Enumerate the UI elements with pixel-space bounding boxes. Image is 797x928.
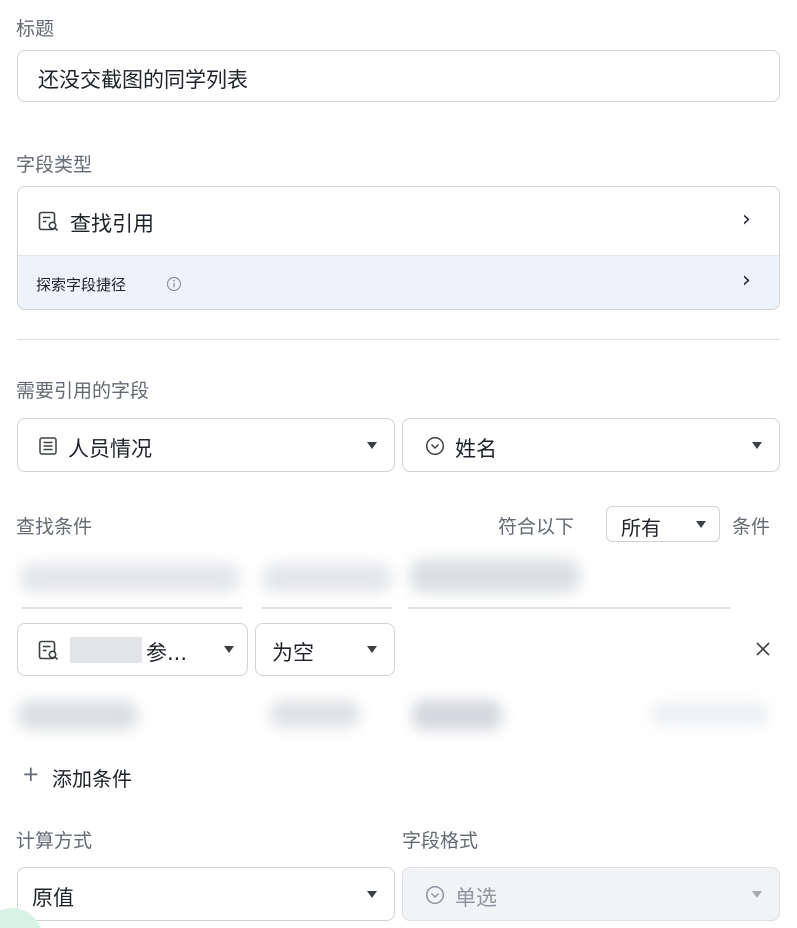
field-type-label: 字段类型 xyxy=(16,154,93,176)
caret-down-icon xyxy=(224,646,234,653)
match-prefix: 符合以下 xyxy=(498,516,575,538)
match-suffix: 条件 xyxy=(732,516,771,538)
caret-down-icon xyxy=(752,891,762,898)
format-select[interactable]: 单选 xyxy=(402,867,780,921)
match-mode-value: 所有 xyxy=(621,516,661,540)
reference-label: 需要引用的字段 xyxy=(16,380,150,402)
calculation-label: 计算方式 xyxy=(16,830,93,852)
field-shortcut-row[interactable]: 探索字段捷径 › xyxy=(18,255,779,309)
chevron-right-icon: › xyxy=(742,207,751,232)
condition-field-value: 参... xyxy=(146,641,188,665)
single-select-icon xyxy=(425,436,445,456)
condition-operator-select[interactable]: 为空 xyxy=(255,623,395,676)
close-icon[interactable] xyxy=(755,641,771,657)
caret-down-icon xyxy=(367,442,377,449)
conditions-label: 查找条件 xyxy=(16,516,93,538)
reference-field-value: 姓名 xyxy=(455,437,497,461)
caret-down-icon xyxy=(367,891,377,898)
calculation-value: 原值 xyxy=(32,886,74,910)
redacted-block xyxy=(70,637,142,663)
caret-down-icon xyxy=(367,646,377,653)
chevron-right-icon: › xyxy=(742,268,751,293)
add-condition-button[interactable]: + 添加条件 xyxy=(22,760,182,791)
field-type-value: 查找引用 xyxy=(70,212,154,236)
single-select-icon xyxy=(425,885,445,905)
reference-field-select[interactable]: 姓名 xyxy=(402,418,780,472)
title-input[interactable]: 还没交截图的同学列表 xyxy=(17,50,780,102)
add-condition-label: 添加条件 xyxy=(52,767,132,791)
condition-operator-value: 为空 xyxy=(272,641,314,665)
condition-field-select[interactable]: 参... xyxy=(17,623,248,676)
reference-table-select[interactable]: 人员情况 xyxy=(17,418,395,472)
field-type-select[interactable]: 查找引用 › xyxy=(18,187,779,255)
section-divider xyxy=(17,339,780,340)
calculation-select[interactable]: 原值 xyxy=(17,867,395,921)
lookup-icon xyxy=(38,211,59,232)
format-value: 单选 xyxy=(455,886,497,910)
info-icon[interactable] xyxy=(166,276,182,292)
reference-table-value: 人员情况 xyxy=(68,437,152,461)
table-icon xyxy=(39,437,57,455)
plus-icon: + xyxy=(22,762,40,786)
field-shortcut-label: 探索字段捷径 xyxy=(36,276,127,294)
format-label: 字段格式 xyxy=(402,830,479,852)
caret-down-icon xyxy=(752,442,762,449)
title-input-value: 还没交截图的同学列表 xyxy=(38,68,248,92)
caret-down-icon xyxy=(696,521,706,528)
lookup-icon xyxy=(38,640,59,661)
title-label: 标题 xyxy=(16,18,55,40)
condition-row-redacted xyxy=(0,545,797,609)
condition-row-redacted xyxy=(0,678,797,752)
field-type-card: 查找引用 › 探索字段捷径 › xyxy=(17,186,780,310)
match-mode-select[interactable]: 所有 xyxy=(606,506,720,542)
